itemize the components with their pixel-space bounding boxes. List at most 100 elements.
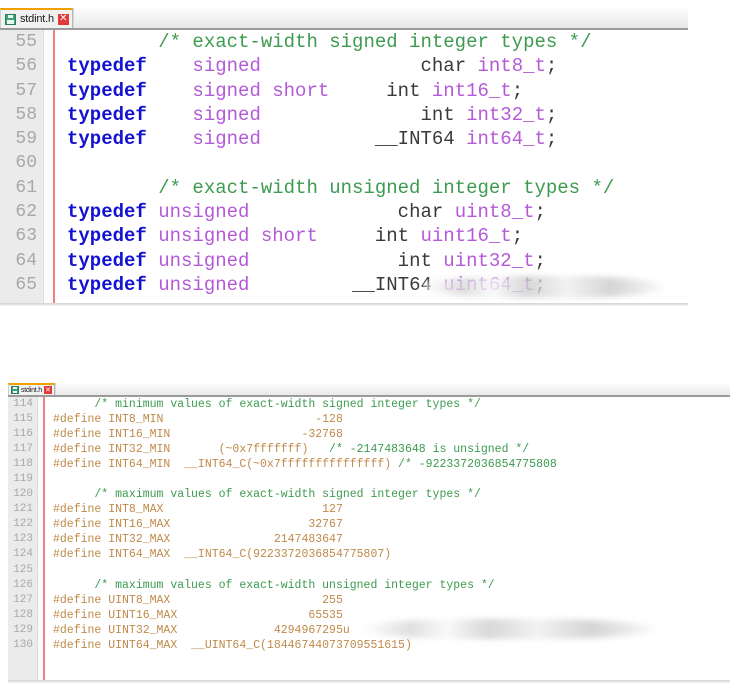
line-number: 121 <box>13 503 33 516</box>
code-token-com: /* minimum values of exact-width signed … <box>53 398 481 411</box>
code-line[interactable]: /* exact-width unsigned integer types */ <box>67 176 688 200</box>
code-token-com: /* exact-width signed integer types */ <box>67 31 592 53</box>
code-token-typ: uint32_t <box>443 249 535 272</box>
close-icon[interactable]: ✕ <box>43 386 52 394</box>
line-number: 114 <box>13 398 33 410</box>
code-line[interactable]: #define UINT64_MAX __UINT64_C(1844674407… <box>53 638 730 653</box>
line-number: 123 <box>13 533 33 546</box>
tabstrip-bottom: stdint.h ✕ <box>8 383 730 397</box>
tab-stdint-h-bottom[interactable]: stdint.h ✕ <box>8 383 55 395</box>
line-number: 118 <box>13 458 33 471</box>
code-token-kw: typedef <box>67 201 147 224</box>
code-line[interactable]: /* exact-width signed integer types */ <box>67 30 688 54</box>
code-token-typ: signed <box>146 128 261 151</box>
code-body-top[interactable]: 55 56 57 58 59 60 61 62 63 64 65 /* exact-width si… <box>0 30 688 304</box>
code-body-bottom[interactable]: 114 115 116 117 118 119 120 121 122 123 124 125 126 1… <box>8 397 730 680</box>
code-token-pre: #define INT32_MAX 2147483647 <box>53 533 343 547</box>
code-line[interactable]: typedef unsigned __INT64 uint64_t; <box>67 273 688 297</box>
code-line[interactable]: typedef signed char int8_t; <box>67 54 688 78</box>
code-line[interactable]: /* maximum values of exact-width unsigne… <box>53 578 730 593</box>
line-number: 117 <box>13 443 33 456</box>
disk-icon <box>5 13 16 25</box>
line-number: 63 <box>15 226 37 247</box>
code-token-pre: #define UINT32_MAX 4294967295u <box>53 623 350 637</box>
code-line[interactable]: #define UINT32_MAX 4294967295u <box>53 623 730 638</box>
code-line[interactable]: #define INT32_MAX 2147483647 <box>53 532 730 547</box>
code-line[interactable]: #define INT8_MAX 127 <box>53 502 730 517</box>
code-token-pre: #define UINT8_MAX 255 <box>53 593 343 607</box>
code-token-pre: #define INT64_MAX __INT64_C(922337203685… <box>53 548 392 562</box>
line-number: 65 <box>15 274 37 295</box>
code-token-com: /* -9223372036854775808 <box>391 458 557 472</box>
line-number-gutter-top: 55 56 57 58 59 60 61 62 63 64 65 <box>0 30 44 304</box>
line-number: 125 <box>13 563 33 576</box>
marker-bar-top[interactable] <box>44 30 53 304</box>
code-line[interactable]: typedef signed int int32_t; <box>67 103 688 127</box>
code-token-com: /* exact-width unsigned integer types */ <box>67 176 615 199</box>
code-token-pln: int <box>249 249 444 272</box>
code-line[interactable]: typedef unsigned short int uint16_t; <box>67 224 688 248</box>
line-number: 62 <box>15 202 37 223</box>
code-lines-bottom[interactable]: /* minimum values of exact-width signed … <box>51 397 730 680</box>
code-line[interactable]: #define INT16_MAX 32767 <box>53 517 730 532</box>
code-token-com: /* maximum values of exact-width signed … <box>53 488 481 502</box>
code-token-pln: ; <box>545 103 558 126</box>
close-icon[interactable]: ✕ <box>57 13 69 25</box>
line-number: 56 <box>15 56 37 77</box>
code-token-kw: typedef <box>67 79 147 102</box>
code-token-pln: ; <box>534 201 546 224</box>
code-line[interactable]: typedef unsigned char uint8_t; <box>67 200 688 224</box>
code-line[interactable] <box>53 472 730 487</box>
code-line[interactable]: #define INT16_MIN -32768 <box>53 427 730 442</box>
code-token-typ: signed <box>146 103 261 126</box>
line-number: 60 <box>15 153 37 174</box>
code-token-pln: ; <box>511 225 524 248</box>
code-token-pre: #define INT8_MIN -128 <box>53 413 343 427</box>
code-token-pre: #define INT16_MAX 32767 <box>53 518 343 532</box>
fold-bar-top[interactable] <box>53 30 65 304</box>
line-number: 115 <box>13 413 33 426</box>
code-token-typ: int8_t <box>477 55 546 78</box>
code-line[interactable]: /* minimum values of exact-width signed … <box>53 397 730 412</box>
line-number: 126 <box>13 578 33 591</box>
code-line[interactable]: typedef signed short int int16_t; <box>67 79 688 103</box>
code-line[interactable]: /* maximum values of exact-width signed … <box>53 487 730 502</box>
code-token-kw: typedef <box>67 55 147 78</box>
line-number: 120 <box>13 488 33 501</box>
code-token-typ: uint16_t <box>420 225 512 248</box>
code-token-typ: uint64_t <box>443 273 535 296</box>
code-line[interactable]: #define INT32_MIN (~0x7fffffff) /* -2147… <box>53 442 730 457</box>
line-number: 127 <box>13 593 33 606</box>
tab-stdint-h-top[interactable]: stdint.h ✕ <box>0 8 73 28</box>
code-token-typ: signed <box>146 55 261 78</box>
code-token-typ: int64_t <box>466 128 546 151</box>
line-number: 58 <box>15 104 37 125</box>
line-number: 57 <box>15 80 37 101</box>
line-number: 55 <box>15 32 37 52</box>
code-token-pln: char <box>260 55 478 78</box>
code-token-typ: int16_t <box>431 79 512 102</box>
code-lines-top[interactable]: /* exact-width signed integer types */ty… <box>65 30 688 304</box>
code-line[interactable]: #define INT64_MIN __INT64_C(~0x7ffffffff… <box>53 457 730 472</box>
code-line[interactable]: #define INT8_MIN -128 <box>53 412 730 427</box>
code-token-typ: unsigned <box>146 249 250 272</box>
code-line[interactable]: #define UINT8_MAX 255 <box>53 593 730 608</box>
disk-icon <box>11 386 19 394</box>
fold-bar-bottom[interactable] <box>43 397 51 680</box>
code-token-typ: int32_t <box>466 103 546 126</box>
tabstrip-top: stdint.h ✕ <box>0 8 688 30</box>
code-line[interactable]: typedef unsigned int uint32_t; <box>67 249 688 273</box>
code-line[interactable] <box>67 151 688 175</box>
code-token-pln: ; <box>545 128 558 151</box>
code-line[interactable]: typedef signed __INT64 int64_t; <box>67 127 688 151</box>
code-token-pln: ; <box>534 249 546 272</box>
code-line[interactable]: #define UINT16_MAX 65535 <box>53 608 730 623</box>
tabstrip-empty-area-top <box>72 8 688 28</box>
code-line[interactable] <box>53 563 730 578</box>
code-editor-top: stdint.h ✕ 55 56 57 58 59 60 61 62 63 64 65 /* exa… <box>0 8 688 306</box>
editor-bottom-edge-top <box>0 303 688 306</box>
line-number: 59 <box>15 129 37 150</box>
code-line[interactable]: #define INT64_MAX __INT64_C(922337203685… <box>53 547 730 562</box>
code-token-kw: typedef <box>67 249 147 272</box>
line-number: 119 <box>13 473 33 486</box>
